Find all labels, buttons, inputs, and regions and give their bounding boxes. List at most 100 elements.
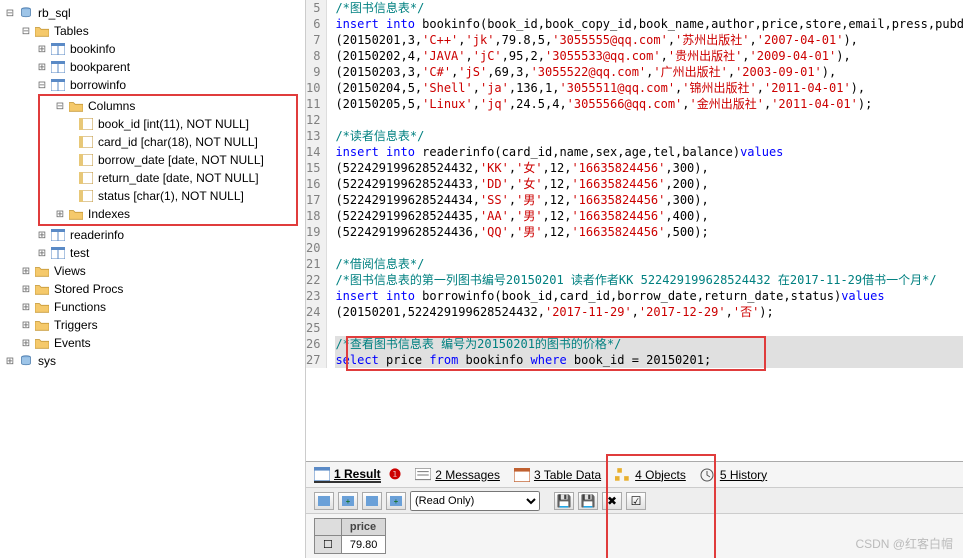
- toolbar-button[interactable]: [362, 492, 382, 510]
- db-label: sys: [38, 354, 56, 368]
- table-readerinfo[interactable]: ⊞ readerinfo: [0, 226, 305, 244]
- triggers-label: Triggers: [54, 318, 98, 332]
- column-icon: [78, 189, 94, 203]
- table-bookparent[interactable]: ⊞ bookparent: [0, 58, 305, 76]
- tabledata-icon: [514, 468, 530, 482]
- collapse-icon[interactable]: ⊟: [36, 79, 48, 91]
- indexes-label: Indexes: [88, 207, 130, 221]
- column-label: borrow_date [date, NOT NULL]: [98, 153, 264, 167]
- row-selector[interactable]: ☐: [315, 536, 342, 554]
- db-node-sys[interactable]: ⊞ sys: [0, 352, 305, 370]
- readonly-select[interactable]: (Read Only): [410, 491, 540, 511]
- tab-result[interactable]: 1 Result: [314, 467, 381, 483]
- table-icon: [50, 78, 66, 92]
- tab-label: 2 Messages: [435, 468, 500, 482]
- tables-label: Tables: [54, 24, 89, 38]
- expand-icon[interactable]: ⊞: [36, 43, 48, 55]
- column-icon: [78, 171, 94, 185]
- storedprocs-node[interactable]: ⊞ Stored Procs: [0, 280, 305, 298]
- expand-icon[interactable]: ⊞: [20, 301, 32, 313]
- expand-icon[interactable]: ⊞: [36, 61, 48, 73]
- folder-icon: [34, 282, 50, 296]
- column-icon: [78, 135, 94, 149]
- tables-node[interactable]: ⊟ Tables: [0, 22, 305, 40]
- tab-messages[interactable]: 2 Messages: [415, 468, 500, 482]
- toolbar-button[interactable]: ✖: [602, 492, 622, 510]
- sql-editor[interactable]: 5678910111213141516171819202122232425262…: [306, 0, 963, 368]
- functions-node[interactable]: ⊞ Functions: [0, 298, 305, 316]
- code-content[interactable]: /*图书信息表*/insert into bookinfo(book_id,bo…: [327, 0, 963, 368]
- grid-icon: [314, 467, 330, 481]
- folder-icon: [34, 318, 50, 332]
- row-selector-header[interactable]: [315, 519, 342, 536]
- expand-icon[interactable]: ⊞: [20, 265, 32, 277]
- database-icon: [18, 6, 34, 20]
- table-icon: [50, 42, 66, 56]
- grid-header-price[interactable]: price: [341, 519, 386, 536]
- table-icon: [50, 246, 66, 260]
- messages-icon: [415, 468, 431, 482]
- database-icon: [18, 354, 34, 368]
- triggers-node[interactable]: ⊞ Triggers: [0, 316, 305, 334]
- folder-icon: [34, 24, 50, 38]
- column-icon: [78, 117, 94, 131]
- tab-objects[interactable]: 4 Objects: [615, 468, 686, 482]
- expand-icon[interactable]: ⊞: [4, 355, 16, 367]
- views-node[interactable]: ⊞ Views: [0, 262, 305, 280]
- db-label: rb_sql: [38, 6, 71, 20]
- table-bookinfo[interactable]: ⊞ bookinfo: [0, 40, 305, 58]
- functions-label: Functions: [54, 300, 106, 314]
- tab-tabledata[interactable]: 3 Table Data: [514, 468, 601, 482]
- tab-label: 5 History: [720, 468, 767, 482]
- columns-node[interactable]: ⊟ Columns: [40, 97, 296, 115]
- views-label: Views: [54, 264, 86, 278]
- svg-text:+: +: [346, 497, 351, 506]
- column-label: return_date [date, NOT NULL]: [98, 171, 259, 185]
- line-gutter: 5678910111213141516171819202122232425262…: [306, 0, 327, 368]
- db-node-rbsql[interactable]: ⊟ rb_sql: [0, 4, 305, 22]
- table-label: bookinfo: [70, 42, 115, 56]
- columns-label: Columns: [88, 99, 135, 113]
- toolbar-button[interactable]: +: [386, 492, 406, 510]
- expand-icon[interactable]: ⊞: [36, 229, 48, 241]
- tab-label: 3 Table Data: [534, 468, 601, 482]
- indexes-node[interactable]: ⊞ Indexes: [40, 205, 296, 223]
- toolbar-button[interactable]: 💾: [554, 492, 574, 510]
- column-label: book_id [int(11), NOT NULL]: [98, 117, 249, 131]
- table-test[interactable]: ⊞ test: [0, 244, 305, 262]
- table-label: bookparent: [70, 60, 130, 74]
- expand-icon[interactable]: ⊞: [36, 247, 48, 259]
- tab-label: 4 Objects: [635, 468, 686, 482]
- error-icon: ❶: [389, 466, 402, 483]
- tab-history[interactable]: 5 History: [700, 468, 767, 482]
- toolbar-button[interactable]: [314, 492, 334, 510]
- expand-icon[interactable]: ⊞: [20, 337, 32, 349]
- toolbar-button[interactable]: 💾: [578, 492, 598, 510]
- column-status[interactable]: status [char(1), NOT NULL]: [40, 187, 296, 205]
- expand-icon[interactable]: ⊞: [54, 208, 66, 220]
- expand-icon[interactable]: ⊞: [20, 319, 32, 331]
- column-cardid[interactable]: card_id [char(18), NOT NULL]: [40, 133, 296, 151]
- toolbar-button[interactable]: +: [338, 492, 358, 510]
- column-borrowdate[interactable]: borrow_date [date, NOT NULL]: [40, 151, 296, 169]
- table-icon: [50, 228, 66, 242]
- toolbar-button[interactable]: ☑: [626, 492, 646, 510]
- folder-icon: [68, 99, 84, 113]
- table-label: borrowinfo: [70, 78, 126, 92]
- history-icon: [700, 468, 716, 482]
- column-bookid[interactable]: book_id [int(11), NOT NULL]: [40, 115, 296, 133]
- events-node[interactable]: ⊞ Events: [0, 334, 305, 352]
- collapse-icon[interactable]: ⊟: [20, 25, 32, 37]
- table-borrowinfo[interactable]: ⊟ borrowinfo: [0, 76, 305, 94]
- expand-icon[interactable]: ⊞: [20, 283, 32, 295]
- grid-cell-price[interactable]: 79.80: [341, 536, 386, 554]
- result-grid[interactable]: price ☐79.80: [314, 518, 386, 554]
- events-label: Events: [54, 336, 91, 350]
- column-returndate[interactable]: return_date [date, NOT NULL]: [40, 169, 296, 187]
- collapse-icon[interactable]: ⊟: [4, 7, 16, 19]
- table-icon: [50, 60, 66, 74]
- column-label: status [char(1), NOT NULL]: [98, 189, 244, 203]
- column-icon: [78, 153, 94, 167]
- svg-text:+: +: [394, 497, 399, 506]
- collapse-icon[interactable]: ⊟: [54, 100, 66, 112]
